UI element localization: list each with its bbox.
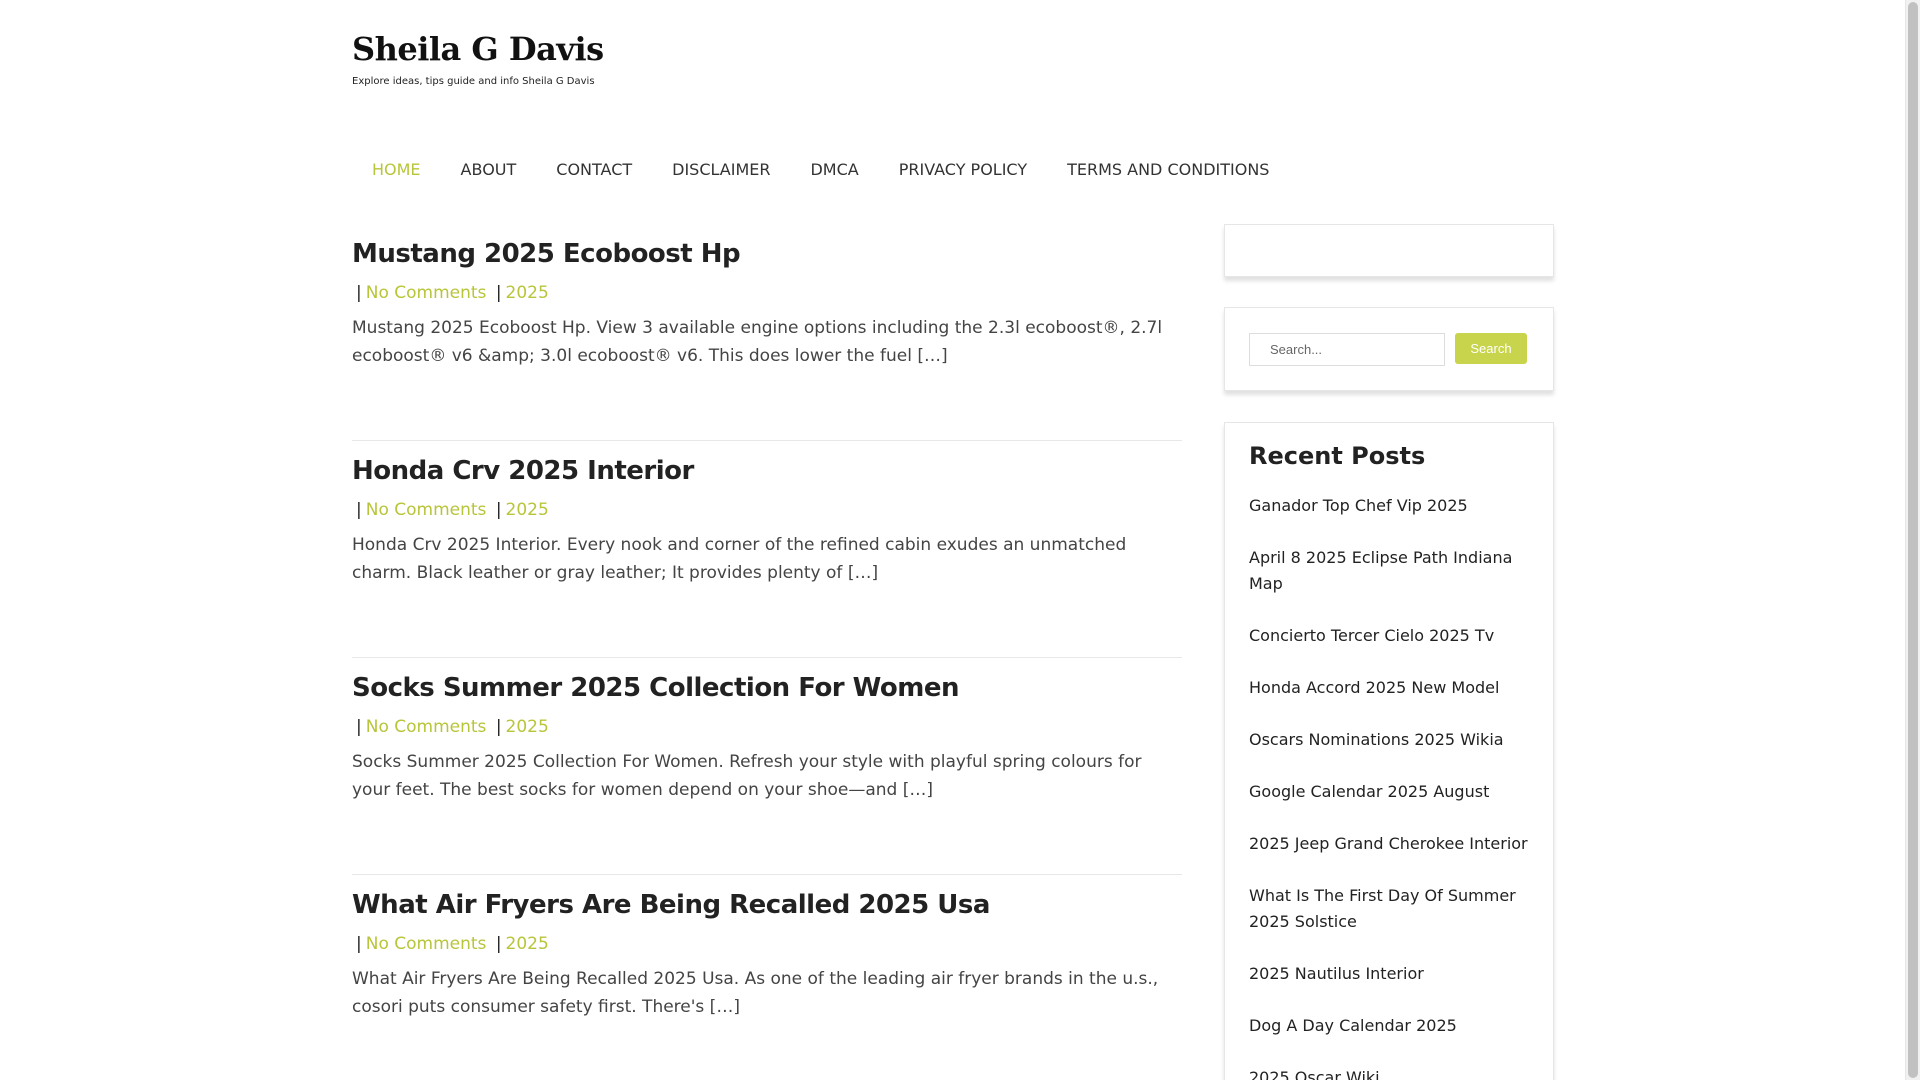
- post-content: Mustang 2025 Ecoboost Hp | No Comments | 2…: [352, 234, 1182, 387]
- recent-post-link[interactable]: Concierto Tercer Cielo 2025 Tv: [1249, 623, 1529, 649]
- page: Sheila G Davis Explore ideas, tips guide…: [0, 0, 1920, 1080]
- recent-posts-title: Recent Posts: [1249, 442, 1426, 470]
- comments-link[interactable]: No Comments: [366, 934, 487, 954]
- recent-post-link[interactable]: Google Calendar 2025 August: [1249, 779, 1529, 805]
- recent-posts-list: Ganador Top Chef Vip 2025 April 8 2025 E…: [1249, 493, 1529, 1080]
- site-tagline: Explore ideas, tips guide and info Sheil…: [352, 76, 595, 87]
- nav-item-home[interactable]: HOME: [352, 160, 441, 179]
- post-item: Mustang 2025 Ecoboost Hp | No Comments | 2…: [352, 224, 1182, 441]
- post-item: Honda Crv 2025 Interior | No Comments | 20…: [352, 441, 1182, 658]
- comments-link[interactable]: No Comments: [366, 717, 487, 737]
- recent-post-link[interactable]: April 8 2025 Eclipse Path Indiana Map: [1249, 545, 1529, 597]
- post-title[interactable]: What Air Fryers Are Being Recalled 2025 …: [352, 885, 1182, 925]
- meta-separator: |: [495, 283, 502, 303]
- comments-link[interactable]: No Comments: [366, 500, 487, 520]
- nav-item-privacy-policy[interactable]: PRIVACY POLICY: [879, 160, 1047, 179]
- recent-post-link[interactable]: Dog A Day Calendar 2025: [1249, 1013, 1529, 1039]
- post-excerpt: Mustang 2025 Ecoboost Hp. View 3 availab…: [352, 318, 1163, 366]
- sidebar-empty-widget: [1224, 224, 1554, 277]
- recent-post-link[interactable]: 2025 Jeep Grand Cherokee Interior: [1249, 831, 1529, 857]
- category-link[interactable]: 2025: [506, 717, 549, 737]
- post-item: What Air Fryers Are Being Recalled 2025 …: [352, 875, 1182, 1080]
- post-title[interactable]: Mustang 2025 Ecoboost Hp: [352, 234, 1182, 274]
- recent-post-link[interactable]: Oscars Nominations 2025 Wikia: [1249, 727, 1529, 753]
- post-meta: | No Comments | 2025: [352, 493, 1182, 527]
- search-widget: Search: [1224, 307, 1554, 391]
- meta-separator: |: [356, 500, 362, 520]
- post-content: Honda Crv 2025 Interior | No Comments | 20…: [352, 451, 1182, 604]
- category-link[interactable]: 2025: [506, 934, 549, 954]
- recent-post-link[interactable]: 2025 Oscar Wiki: [1249, 1065, 1529, 1080]
- meta-separator: |: [495, 717, 502, 737]
- search-input[interactable]: [1249, 333, 1445, 366]
- post-list: Mustang 2025 Ecoboost Hp | No Comments | 2…: [352, 224, 1182, 1080]
- nav-item-contact[interactable]: CONTACT: [536, 160, 652, 179]
- recent-post-link[interactable]: 2025 Nautilus Interior: [1249, 961, 1529, 987]
- meta-separator: |: [356, 283, 362, 303]
- search-button[interactable]: Search: [1455, 333, 1527, 364]
- post-meta: | No Comments | 2025: [352, 710, 1182, 744]
- post-excerpt: Socks Summer 2025 Collection For Women. …: [352, 752, 1142, 800]
- nav-item-disclaimer[interactable]: DISCLAIMER: [652, 160, 790, 179]
- post-title[interactable]: Honda Crv 2025 Interior: [352, 451, 1182, 491]
- post-excerpt: What Air Fryers Are Being Recalled 2025 …: [352, 969, 1159, 1017]
- post-content: What Air Fryers Are Being Recalled 2025 …: [352, 885, 1182, 1038]
- meta-separator: |: [356, 717, 362, 737]
- main-nav: HOME ABOUT CONTACT DISCLAIMER DMCA PRIVA…: [352, 156, 1289, 182]
- meta-separator: |: [495, 934, 502, 954]
- meta-separator: |: [495, 500, 502, 520]
- comments-link[interactable]: No Comments: [366, 283, 487, 303]
- site-title[interactable]: Sheila G Davis: [352, 30, 604, 68]
- post-meta: | No Comments | 2025: [352, 276, 1182, 310]
- recent-post-link[interactable]: What Is The First Day Of Summer 2025 Sol…: [1249, 883, 1529, 935]
- recent-post-link[interactable]: Honda Accord 2025 New Model: [1249, 675, 1529, 701]
- nav-item-about[interactable]: ABOUT: [441, 160, 537, 179]
- category-link[interactable]: 2025: [506, 500, 549, 520]
- recent-posts-widget: Recent Posts Ganador Top Chef Vip 2025 A…: [1224, 422, 1554, 1080]
- vertical-scrollbar[interactable]: [1905, 0, 1920, 1080]
- nav-item-dmca[interactable]: DMCA: [790, 160, 878, 179]
- recent-post-link[interactable]: Ganador Top Chef Vip 2025: [1249, 493, 1529, 519]
- meta-separator: |: [356, 934, 362, 954]
- nav-item-terms-and-conditions[interactable]: TERMS AND CONDITIONS: [1047, 160, 1289, 179]
- category-link[interactable]: 2025: [506, 283, 549, 303]
- post-meta: | No Comments | 2025: [352, 927, 1182, 961]
- post-title[interactable]: Socks Summer 2025 Collection For Women: [352, 668, 1182, 708]
- scrollbar-thumb[interactable]: [1908, 2, 1918, 1078]
- post-content: Socks Summer 2025 Collection For Women |…: [352, 668, 1182, 821]
- post-excerpt: Honda Crv 2025 Interior. Every nook and …: [352, 535, 1127, 583]
- post-item: Socks Summer 2025 Collection For Women |…: [352, 658, 1182, 875]
